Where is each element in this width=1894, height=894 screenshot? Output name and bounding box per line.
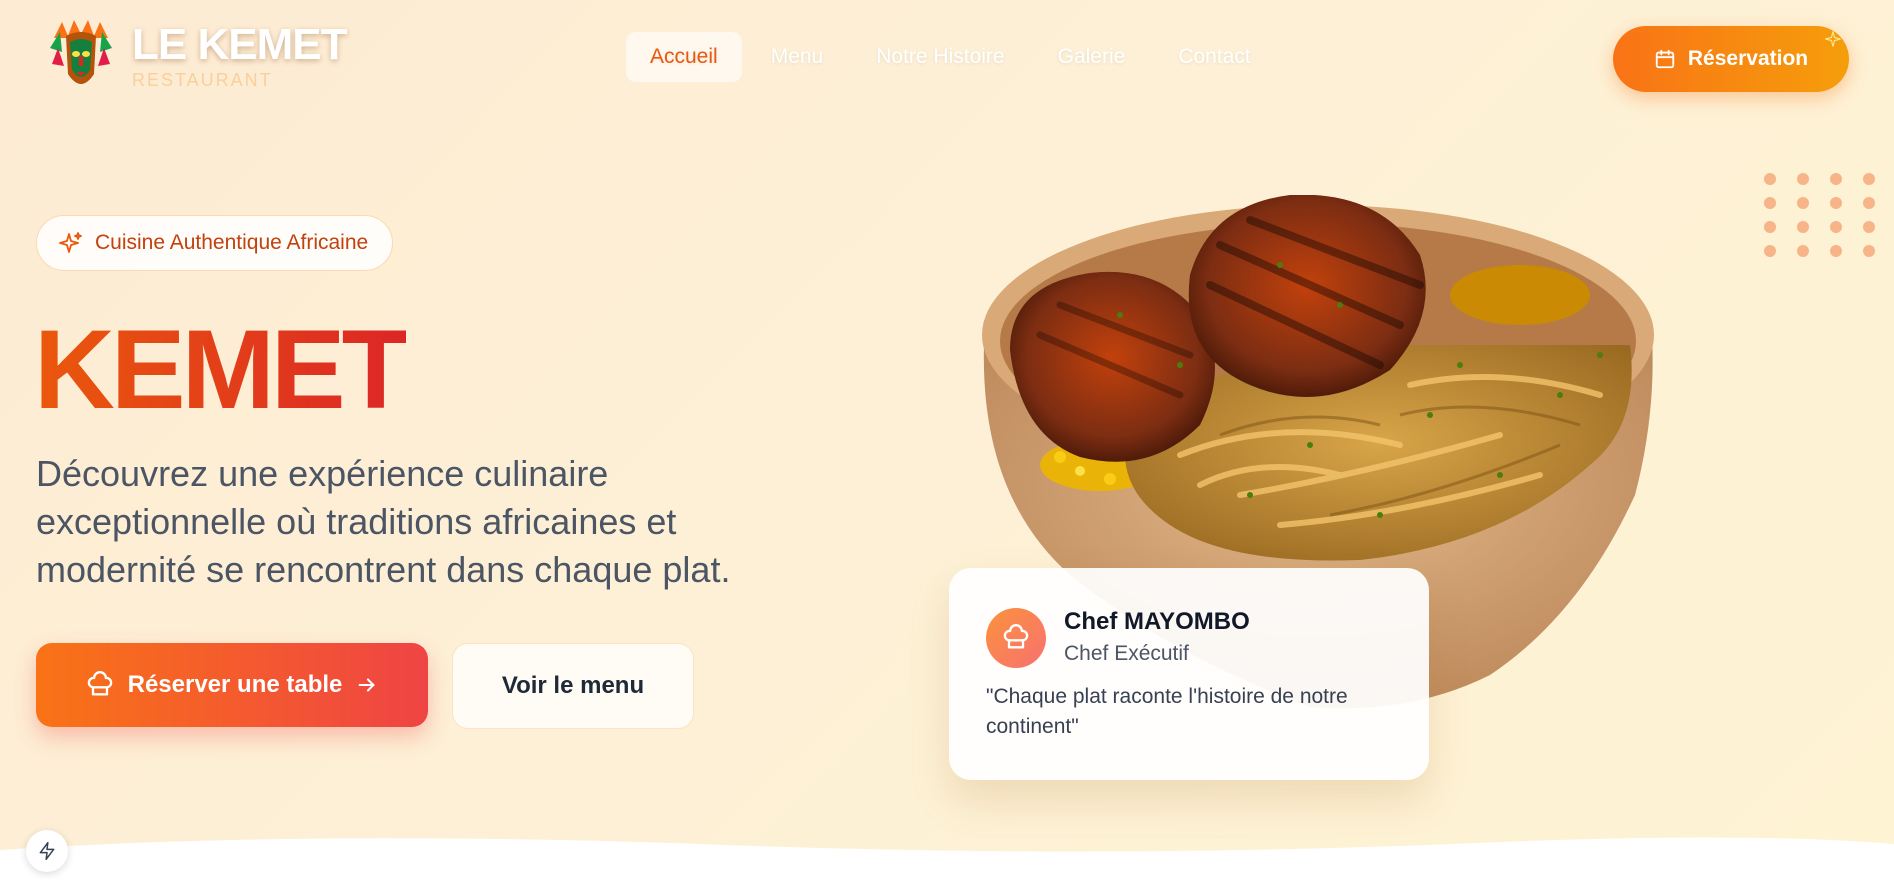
brand-title: LE KEMET: [132, 20, 347, 69]
brand-subtitle: RESTAURANT: [132, 70, 273, 90]
cuisine-badge-label: Cuisine Authentique Africaine: [95, 231, 369, 254]
view-menu-label: Voir le menu: [501, 672, 645, 699]
site-header: LE KEMET RESTAURANT Accueil Menu Notre H…: [0, 0, 1894, 118]
arrow-right-icon: [359, 678, 376, 692]
nav-item-galerie[interactable]: Galerie: [1034, 32, 1150, 82]
sparkle-icon: [1825, 31, 1841, 47]
bottom-wave-divider: [0, 837, 1894, 894]
chef-name: Chef MAYOMBO: [1064, 608, 1250, 635]
hero-title: KEMET: [34, 307, 410, 432]
view-menu-button[interactable]: Voir le menu: [452, 643, 694, 729]
nav-item-notre-histoire[interactable]: Notre Histoire: [852, 32, 1028, 82]
chef-role: Chef Exécutif: [1064, 642, 1189, 665]
chef-quote: "Chaque plat raconte l'histoire de notre…: [986, 685, 1348, 738]
brand-logo[interactable]: LE KEMET RESTAURANT: [48, 18, 347, 96]
bolt-icon: [39, 841, 55, 861]
floating-action-button[interactable]: [26, 830, 68, 872]
chef-avatar: [986, 608, 1046, 668]
calendar-icon: [1655, 49, 1675, 69]
reserve-table-button[interactable]: Réserver une table: [36, 643, 428, 727]
nav-item-contact[interactable]: Contact: [1154, 32, 1274, 82]
main-nav: Accueil Menu Notre Histoire Galerie Cont…: [626, 32, 1280, 82]
cuisine-badge: Cuisine Authentique Africaine: [36, 215, 394, 271]
chef-hat-icon: [87, 671, 112, 696]
decorative-dots: [1764, 173, 1875, 257]
hero-description: Découvrez une expérience culinaire excep…: [36, 453, 731, 590]
reserve-table-label: Réserver une table: [127, 671, 343, 698]
chef-card: Chef MAYOMBO Chef Exécutif "Chaque plat …: [949, 568, 1429, 780]
nav-item-accueil[interactable]: Accueil: [626, 32, 742, 82]
reservation-button[interactable]: Réservation: [1613, 26, 1849, 92]
nav-item-menu[interactable]: Menu: [747, 32, 848, 82]
african-mask-logo-icon: [48, 18, 114, 96]
sparkles-icon: [59, 232, 82, 253]
chef-hat-icon: [1003, 624, 1029, 649]
reservation-button-label: Réservation: [1687, 47, 1809, 70]
